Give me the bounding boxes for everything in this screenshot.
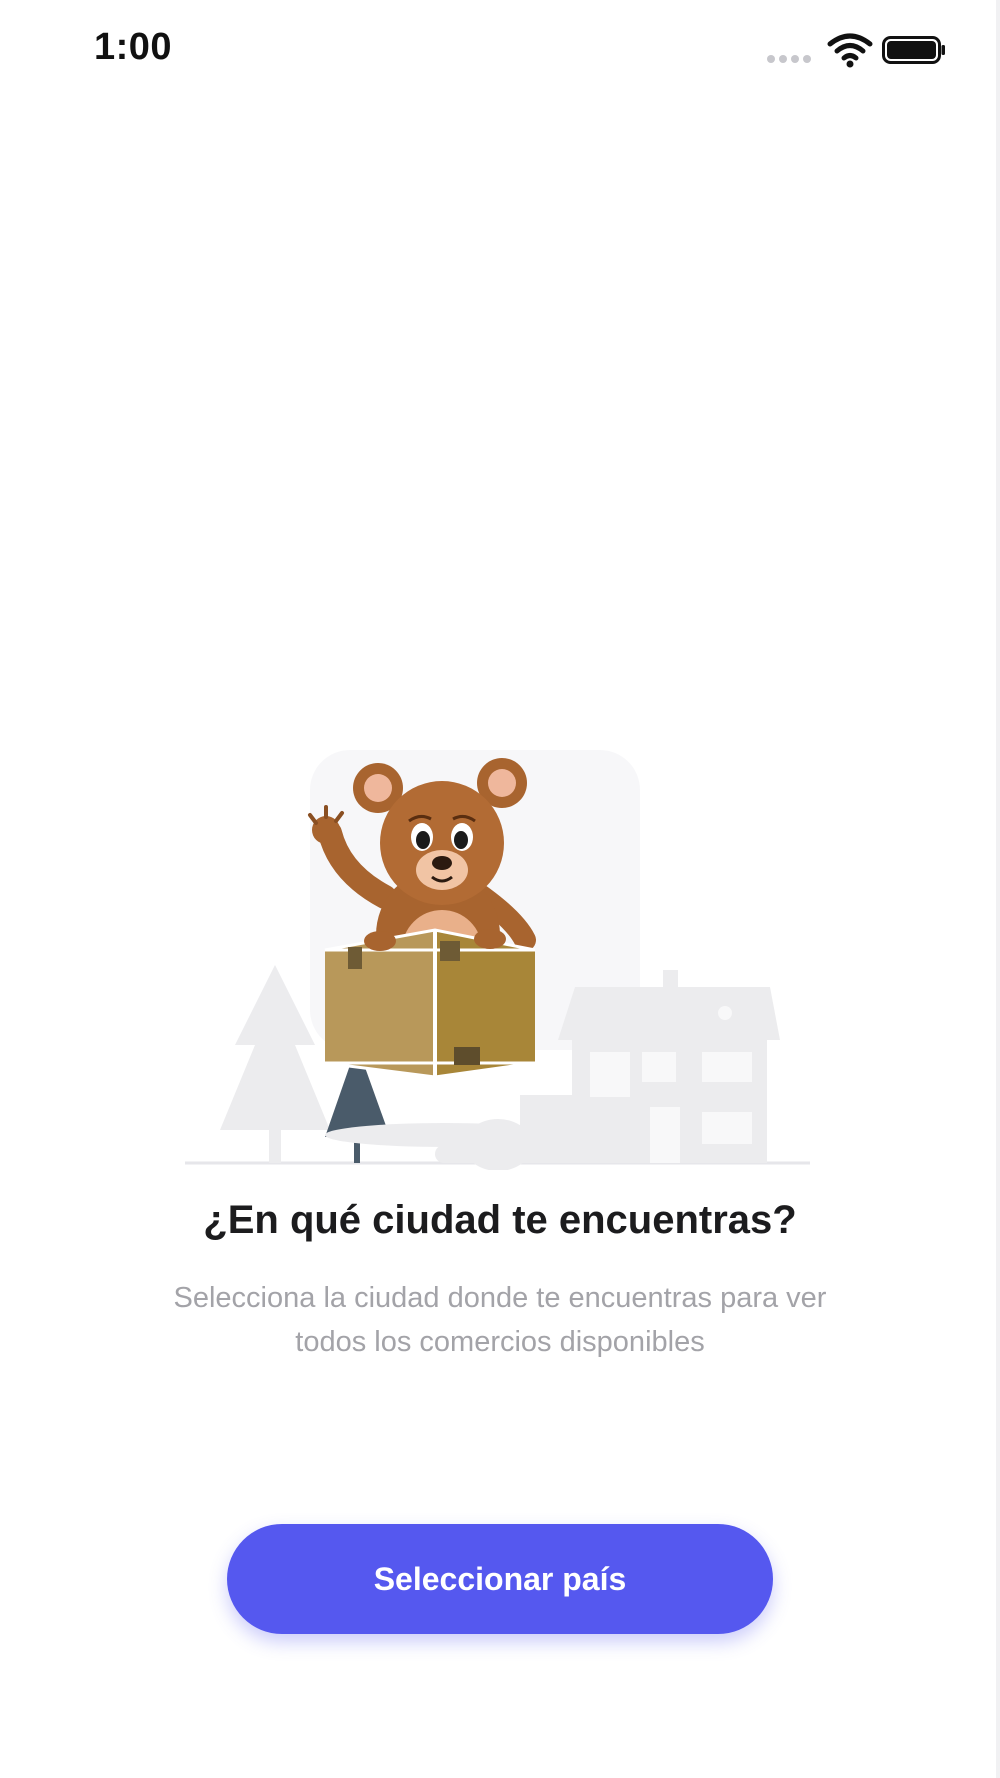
status-time: 1:00 <box>94 26 173 68</box>
select-country-button[interactable]: Seleccionar país <box>227 1524 773 1634</box>
status-icons <box>766 30 946 70</box>
city-selection-screen: 1:00 ¿En qué ciudad te encuentras? Selec… <box>0 0 1000 1778</box>
status-bar: 1:00 <box>0 0 1000 100</box>
signal-icon <box>767 55 811 63</box>
battery-icon <box>882 36 945 64</box>
page-subtitle: Selecciona la ciudad donde te encuentras… <box>100 1276 900 1364</box>
screen-edge <box>996 0 1000 1778</box>
subtitle-line-1: Selecciona la ciudad donde te encuentras… <box>173 1282 827 1314</box>
page-title: ¿En qué ciudad te encuentras? <box>203 1198 797 1242</box>
wifi-icon <box>827 33 873 68</box>
teddy-bear-box-illustration <box>185 750 810 1170</box>
select-country-label: Seleccionar país <box>373 1560 627 1597</box>
subtitle-line-2: todos los comercios disponibles <box>295 1326 705 1358</box>
